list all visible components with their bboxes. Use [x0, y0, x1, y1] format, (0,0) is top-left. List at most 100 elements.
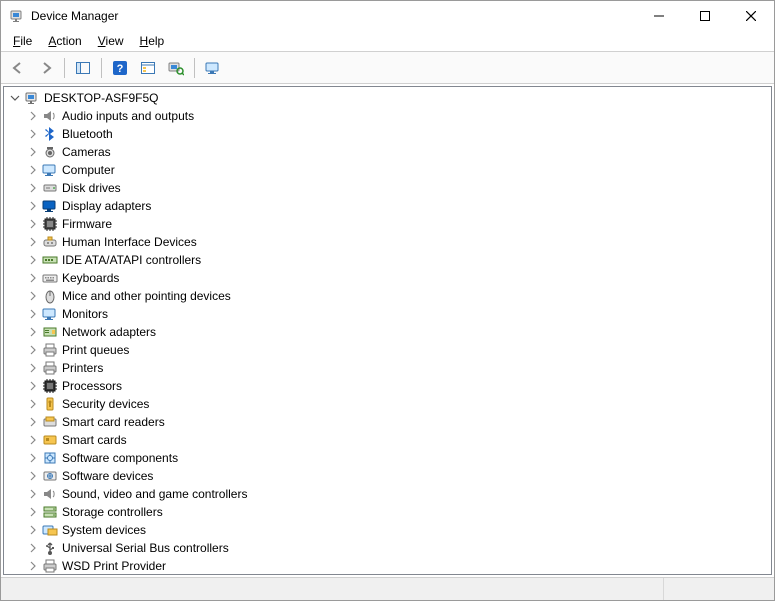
expand-right-icon[interactable]	[26, 145, 40, 159]
tree-category-node[interactable]: Security devices	[8, 395, 767, 413]
tree-category-label: Smart cards	[62, 433, 127, 447]
hid-icon	[42, 234, 58, 250]
expand-right-icon[interactable]	[26, 307, 40, 321]
tree-category-label: Printers	[62, 361, 103, 375]
tree-category-label: Audio inputs and outputs	[62, 109, 194, 123]
properties-button[interactable]	[135, 56, 161, 80]
expand-right-icon[interactable]	[26, 199, 40, 213]
tree-category-node[interactable]: Firmware	[8, 215, 767, 233]
expand-right-icon[interactable]	[26, 469, 40, 483]
menu-file[interactable]: File	[5, 33, 40, 49]
expand-right-icon[interactable]	[26, 289, 40, 303]
expand-right-icon[interactable]	[26, 433, 40, 447]
expand-right-icon[interactable]	[26, 127, 40, 141]
expand-right-icon[interactable]	[26, 271, 40, 285]
swdev-icon	[42, 468, 58, 484]
tree-category-node[interactable]: Disk drives	[8, 179, 767, 197]
tree-category-node[interactable]: Audio inputs and outputs	[8, 107, 767, 125]
tree-category-node[interactable]: Software devices	[8, 467, 767, 485]
tree-category-node[interactable]: Display adapters	[8, 197, 767, 215]
expand-right-icon[interactable]	[26, 505, 40, 519]
tree-category-node[interactable]: Sound, video and game controllers	[8, 485, 767, 503]
back-button[interactable]	[5, 56, 31, 80]
svg-text:?: ?	[117, 63, 124, 75]
close-button[interactable]	[728, 1, 774, 31]
menu-help[interactable]: Help	[132, 33, 173, 49]
expand-right-icon[interactable]	[26, 541, 40, 555]
toolbar: ?	[1, 52, 774, 85]
expand-right-icon[interactable]	[26, 487, 40, 501]
tree-category-node[interactable]: Smart cards	[8, 431, 767, 449]
device-tree-pane[interactable]: DESKTOP-ASF9F5Q Audio inputs and outputs…	[3, 86, 772, 575]
mouse-icon	[42, 288, 58, 304]
tree-category-node[interactable]: Storage controllers	[8, 503, 767, 521]
speaker-icon	[42, 108, 58, 124]
tree-category-node[interactable]: Human Interface Devices	[8, 233, 767, 251]
printer-icon	[42, 360, 58, 376]
tree-category-label: Monitors	[62, 307, 108, 321]
expand-right-icon[interactable]	[26, 235, 40, 249]
tree-category-label: Software devices	[62, 469, 153, 483]
tree-category-label: Keyboards	[62, 271, 119, 285]
app-icon	[9, 8, 25, 24]
menu-view[interactable]: View	[90, 33, 132, 49]
toolbar-separator	[64, 58, 65, 78]
tree-category-node[interactable]: Processors	[8, 377, 767, 395]
tree-category-node[interactable]: Bluetooth	[8, 125, 767, 143]
status-cell	[664, 578, 774, 600]
expand-right-icon[interactable]	[26, 181, 40, 195]
expand-right-icon[interactable]	[26, 559, 40, 573]
tree-category-label: Bluetooth	[62, 127, 113, 141]
tree-category-node[interactable]: Print queues	[8, 341, 767, 359]
tree-category-node[interactable]: IDE ATA/ATAPI controllers	[8, 251, 767, 269]
tree-category-node[interactable]: Keyboards	[8, 269, 767, 287]
smartcardreader-icon	[42, 414, 58, 430]
tree-category-node[interactable]: Computer	[8, 161, 767, 179]
tree-category-node[interactable]: System devices	[8, 521, 767, 539]
expand-right-icon[interactable]	[26, 379, 40, 393]
tree-category-node[interactable]: Printers	[8, 359, 767, 377]
tree-category-node[interactable]: Universal Serial Bus controllers	[8, 539, 767, 557]
expand-right-icon[interactable]	[26, 325, 40, 339]
tree-category-label: Software components	[62, 451, 178, 465]
expand-right-icon[interactable]	[26, 361, 40, 375]
show-hide-tree-button[interactable]	[70, 56, 96, 80]
tree-category-node[interactable]: Software components	[8, 449, 767, 467]
expand-right-icon[interactable]	[26, 343, 40, 357]
chip-icon	[42, 216, 58, 232]
tree-category-node[interactable]: Monitors	[8, 305, 767, 323]
smartcard-icon	[42, 432, 58, 448]
minimize-button[interactable]	[636, 1, 682, 31]
keyboard-icon	[42, 270, 58, 286]
tree-category-label: Security devices	[62, 397, 149, 411]
scan-hardware-button[interactable]	[163, 56, 189, 80]
expand-right-icon[interactable]	[26, 451, 40, 465]
tree-category-label: Processors	[62, 379, 122, 393]
tree-category-label: Mice and other pointing devices	[62, 289, 231, 303]
menu-action[interactable]: Action	[40, 33, 89, 49]
tree-category-node[interactable]: Cameras	[8, 143, 767, 161]
tree-category-label: Network adapters	[62, 325, 156, 339]
expand-right-icon[interactable]	[26, 163, 40, 177]
tree-category-node[interactable]: Network adapters	[8, 323, 767, 341]
view-devices-button[interactable]	[200, 56, 226, 80]
maximize-button[interactable]	[682, 1, 728, 31]
expand-down-icon[interactable]	[8, 91, 22, 105]
expand-right-icon[interactable]	[26, 109, 40, 123]
tree-category-node[interactable]: Smart card readers	[8, 413, 767, 431]
expand-right-icon[interactable]	[26, 253, 40, 267]
menubar: File Action View Help	[1, 31, 774, 52]
forward-button[interactable]	[33, 56, 59, 80]
tree-category-node[interactable]: Mice and other pointing devices	[8, 287, 767, 305]
expand-right-icon[interactable]	[26, 415, 40, 429]
expand-right-icon[interactable]	[26, 523, 40, 537]
help-button[interactable]: ?	[107, 56, 133, 80]
bluetooth-icon	[42, 126, 58, 142]
camera-icon	[42, 144, 58, 160]
expand-right-icon[interactable]	[26, 217, 40, 231]
tree-category-label: WSD Print Provider	[62, 559, 166, 573]
tree-category-node[interactable]: WSD Print Provider	[8, 557, 767, 575]
tree-root-node[interactable]: DESKTOP-ASF9F5Q	[8, 89, 767, 107]
usb-icon	[42, 540, 58, 556]
expand-right-icon[interactable]	[26, 397, 40, 411]
